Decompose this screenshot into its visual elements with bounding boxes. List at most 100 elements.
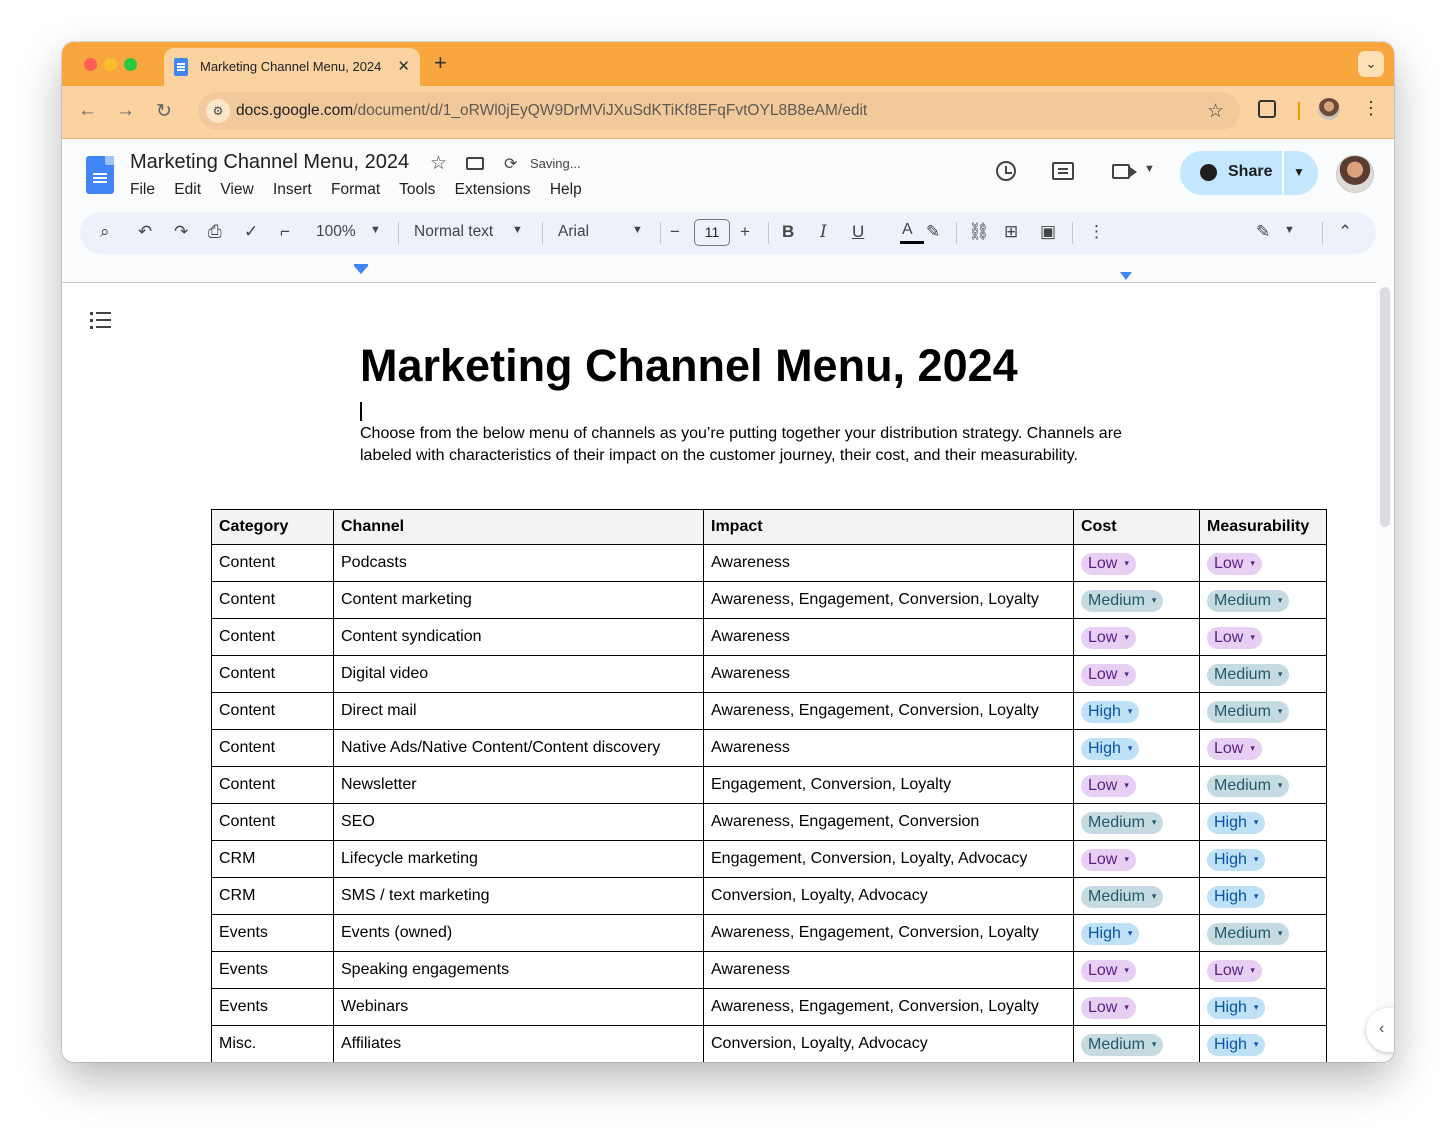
undo-icon[interactable]: ↶ <box>138 222 152 242</box>
cell-impact[interactable]: Awareness <box>703 655 1074 693</box>
measurability-dropdown-chip[interactable]: Medium <box>1207 701 1290 723</box>
cost-dropdown-chip[interactable]: Low <box>1081 775 1136 797</box>
more-icon[interactable]: ⋮ <box>1362 98 1380 119</box>
cell-impact[interactable]: Awareness <box>703 544 1074 582</box>
cell-measurability[interactable]: Medium <box>1199 692 1327 730</box>
redo-icon[interactable]: ↷ <box>174 222 188 242</box>
measurability-dropdown-chip[interactable]: High <box>1207 1034 1266 1056</box>
forward-arrow-icon[interactable]: → <box>116 100 135 122</box>
measurability-dropdown-chip[interactable]: Low <box>1207 960 1262 982</box>
highlight-color-icon[interactable]: ✎ <box>926 222 940 242</box>
cell-cost[interactable]: Medium <box>1073 877 1200 915</box>
underline-button[interactable]: U <box>852 222 864 242</box>
cell-category[interactable]: Content <box>211 618 334 656</box>
cell-cost[interactable]: High <box>1073 729 1200 767</box>
bold-button[interactable]: B <box>782 222 794 242</box>
cell-measurability[interactable]: Low <box>1199 729 1327 767</box>
header-channel[interactable]: Channel <box>333 509 704 545</box>
document-heading[interactable]: Marketing Channel Menu, 2024 <box>360 340 1018 392</box>
site-settings-icon[interactable]: ⚙ <box>206 99 230 123</box>
header-measurability[interactable]: Measurability <box>1199 509 1327 545</box>
measurability-dropdown-chip[interactable]: Medium <box>1207 664 1290 686</box>
paragraph-style-select[interactable]: Normal text <box>414 223 493 241</box>
cell-category[interactable]: Content <box>211 803 334 841</box>
font-size-input[interactable]: 11 <box>694 219 730 246</box>
reload-icon[interactable]: ↻ <box>156 100 172 123</box>
cell-category[interactable]: CRM <box>211 877 334 915</box>
menu-file[interactable]: File <box>130 181 155 198</box>
extensions-icon[interactable] <box>1258 100 1276 118</box>
left-indent-marker[interactable] <box>354 266 368 274</box>
cost-dropdown-chip[interactable]: Medium <box>1081 886 1164 908</box>
cell-cost[interactable]: High <box>1073 914 1200 952</box>
menu-edit[interactable]: Edit <box>174 181 201 198</box>
meet-camera-icon[interactable] <box>1112 164 1137 179</box>
avatar[interactable] <box>1336 155 1374 193</box>
print-icon[interactable]: ⎙ <box>208 222 222 242</box>
cost-dropdown-chip[interactable]: Low <box>1081 997 1136 1019</box>
header-impact[interactable]: Impact <box>703 509 1074 545</box>
header-cost[interactable]: Cost <box>1073 509 1200 545</box>
cell-impact[interactable]: Awareness, Engagement, Conversion, Loyal… <box>703 988 1074 1026</box>
more-options-icon[interactable]: ⋮ <box>1088 222 1105 242</box>
cell-measurability[interactable]: High <box>1199 877 1327 915</box>
measurability-dropdown-chip[interactable]: Low <box>1207 627 1262 649</box>
document-outline-icon[interactable] <box>90 311 112 329</box>
cell-channel[interactable]: SMS / text marketing <box>333 877 704 915</box>
cell-category[interactable]: Content <box>211 581 334 619</box>
cell-cost[interactable]: Low <box>1073 655 1200 693</box>
cell-cost[interactable]: Low <box>1073 840 1200 878</box>
cell-channel[interactable]: Content marketing <box>333 581 704 619</box>
cell-cost[interactable]: Low <box>1073 988 1200 1026</box>
cell-measurability[interactable]: High <box>1199 1025 1327 1062</box>
cell-cost[interactable]: Medium <box>1073 1025 1200 1062</box>
bookmark-star-icon[interactable]: ☆ <box>1207 100 1224 123</box>
cell-measurability[interactable]: Medium <box>1199 914 1327 952</box>
cell-impact[interactable]: Awareness, Engagement, Conversion, Loyal… <box>703 581 1074 619</box>
cell-category[interactable]: Content <box>211 544 334 582</box>
cost-dropdown-chip[interactable]: Low <box>1081 960 1136 982</box>
cell-channel[interactable]: Affiliates <box>333 1025 704 1062</box>
cell-measurability[interactable]: Medium <box>1199 655 1327 693</box>
cell-category[interactable]: CRM <box>211 840 334 878</box>
cell-cost[interactable]: Medium <box>1073 581 1200 619</box>
cell-channel[interactable]: Direct mail <box>333 692 704 730</box>
menu-format[interactable]: Format <box>331 181 380 198</box>
italic-button[interactable]: I <box>820 222 827 242</box>
cost-dropdown-chip[interactable]: Low <box>1081 849 1136 871</box>
cell-cost[interactable]: Low <box>1073 618 1200 656</box>
measurability-dropdown-chip[interactable]: High <box>1207 812 1266 834</box>
zoom-select[interactable]: 100% <box>316 223 356 241</box>
browser-tab-active[interactable]: Marketing Channel Menu, 2024 ✕ <box>164 48 420 86</box>
maximize-window-button[interactable] <box>124 58 137 71</box>
cost-dropdown-chip[interactable]: Medium <box>1081 1034 1164 1056</box>
zoom-dropdown-icon[interactable]: ▼ <box>370 224 381 236</box>
cell-channel[interactable]: Digital video <box>333 655 704 693</box>
editing-mode-icon[interactable]: ✎ <box>1256 222 1270 242</box>
cell-measurability[interactable]: Low <box>1199 618 1327 656</box>
cell-impact[interactable]: Engagement, Conversion, Loyalty, Advocac… <box>703 840 1074 878</box>
measurability-dropdown-chip[interactable]: Medium <box>1207 590 1290 612</box>
cell-measurability[interactable]: Medium <box>1199 581 1327 619</box>
cell-channel[interactable]: Content syndication <box>333 618 704 656</box>
cell-channel[interactable]: Newsletter <box>333 766 704 804</box>
measurability-dropdown-chip[interactable]: High <box>1207 886 1266 908</box>
cell-cost[interactable]: Low <box>1073 544 1200 582</box>
tab-close-icon[interactable]: ✕ <box>397 57 410 75</box>
style-dropdown-icon[interactable]: ▼ <box>512 224 523 236</box>
menu-extensions[interactable]: Extensions <box>455 181 531 198</box>
font-select[interactable]: Arial <box>558 223 589 241</box>
back-arrow-icon[interactable]: ← <box>78 100 97 122</box>
cell-channel[interactable]: Lifecycle marketing <box>333 840 704 878</box>
cost-dropdown-chip[interactable]: High <box>1081 701 1140 723</box>
measurability-dropdown-chip[interactable]: Medium <box>1207 923 1290 945</box>
text-color-button[interactable]: A <box>902 221 913 239</box>
tab-search-chevron-icon[interactable]: ⌄ <box>1358 51 1384 77</box>
cell-impact[interactable]: Conversion, Loyalty, Advocacy <box>703 877 1074 915</box>
cell-measurability[interactable]: Medium <box>1199 766 1327 804</box>
cell-channel[interactable]: Webinars <box>333 988 704 1026</box>
cell-category[interactable]: Content <box>211 692 334 730</box>
cell-cost[interactable]: Medium <box>1073 803 1200 841</box>
cost-dropdown-chip[interactable]: Low <box>1081 627 1136 649</box>
cell-impact[interactable]: Engagement, Conversion, Loyalty <box>703 766 1074 804</box>
